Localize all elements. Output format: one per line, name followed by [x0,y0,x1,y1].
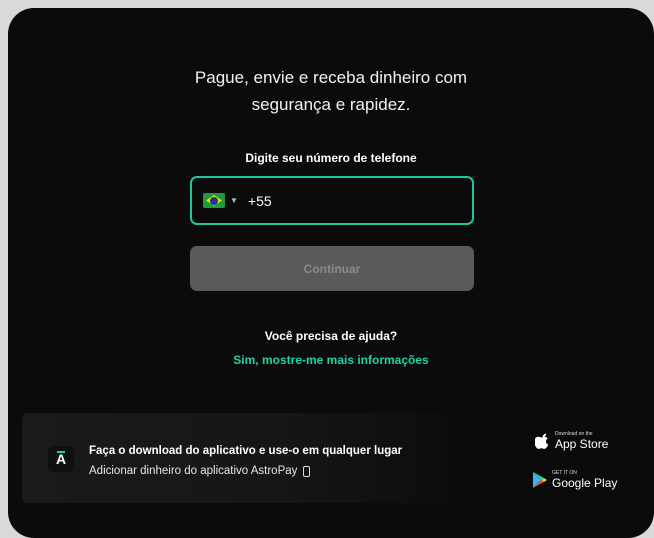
continue-button[interactable]: Continuar [190,246,474,291]
brazil-flag-icon[interactable] [203,193,225,208]
logo-letter: A [55,451,67,467]
headline-line-1: Pague, envie e receba dinheiro com [194,68,468,87]
headline: Pague, envie e receba dinheiro com segur… [8,64,654,118]
app-store-label: App Store [555,437,609,451]
banner-subtitle-text: Adicionar dinheiro do aplicativo AstroPa… [89,465,298,477]
app-store-button[interactable]: Download on the App Store [535,432,608,450]
phone-input[interactable] [247,188,448,213]
phone-field[interactable]: ▼ [190,176,474,225]
google-play-icon [533,472,547,488]
banner-subtitle: Adicionar dinheiro do aplicativo AstroPa… [89,465,311,477]
chevron-down-icon[interactable]: ▼ [230,196,238,205]
google-play-label: Google Play [552,476,618,490]
help-link[interactable]: Sim, mostre-me mais informações [8,353,654,367]
google-play-button[interactable]: GET IT ON Google Play [532,471,617,489]
download-banner: A Faça o download do aplicativo e use-o … [22,413,447,503]
smartphone-icon [303,465,311,477]
phone-label: Digite seu número de telefone [245,151,417,165]
headline-line-2: segurança e rapidez. [251,95,411,114]
banner-title: Faça o download do aplicativo e use-o em… [89,445,403,457]
astropay-logo-icon: A [48,446,74,472]
login-card: Pague, envie e receba dinheiro com segur… [8,8,654,538]
apple-icon [535,433,549,449]
help-question: Você precisa de ajuda? [264,329,398,343]
